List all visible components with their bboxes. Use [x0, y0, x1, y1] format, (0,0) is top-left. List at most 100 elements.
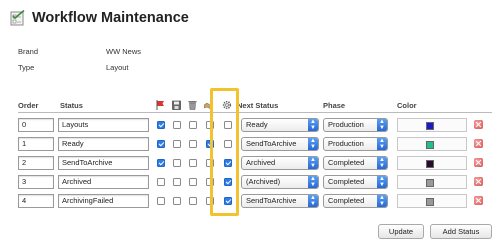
phase-value: Production [328, 120, 364, 129]
next-status-select[interactable]: (Archived) ▲ ▼ [241, 175, 319, 189]
brand-label: Brand [18, 47, 39, 56]
flag-checkbox[interactable] [157, 140, 165, 148]
phase-value: Production [328, 139, 364, 148]
next-status-select[interactable]: SendToArchive ▲ ▼ [241, 137, 319, 151]
delete-icon[interactable] [474, 158, 483, 167]
delete-icon[interactable] [474, 120, 483, 129]
status-field[interactable]: SendToArchive [58, 156, 149, 170]
phase-column-header: Phase [323, 101, 346, 110]
color-swatch [426, 141, 434, 149]
order-field[interactable]: 2 [18, 156, 54, 170]
phase-select[interactable]: Production ▲ ▼ [323, 118, 388, 132]
next-status-select[interactable]: Ready ▲ ▼ [241, 118, 319, 132]
next-status-value: Archived [246, 158, 276, 167]
color-picker[interactable] [397, 118, 467, 132]
brand-value: WW News [106, 47, 141, 56]
table-row: 0 Layouts Ready ▲ ▼ Production ▲ ▼ [0, 118, 500, 137]
trash-checkbox[interactable] [189, 178, 197, 186]
next-status-value: Ready [246, 120, 268, 129]
status-field[interactable]: Archived [58, 175, 149, 189]
handshake-checkbox[interactable] [206, 140, 214, 148]
page-title: Workflow Maintenance [32, 10, 189, 26]
order-field[interactable]: 3 [18, 175, 54, 189]
chevron-updown-icon: ▲ ▼ [308, 119, 318, 131]
status-field[interactable]: Ready [58, 137, 149, 151]
color-swatch [426, 198, 434, 206]
trash-checkbox[interactable] [189, 140, 197, 148]
delete-icon[interactable] [474, 177, 483, 186]
trash-checkbox[interactable] [189, 121, 197, 129]
chevron-updown-icon: ▲ ▼ [377, 138, 387, 150]
save-checkbox[interactable] [173, 121, 181, 129]
phase-value: Completed [328, 158, 365, 167]
table-row: 2 SendToArchive Archived ▲ ▼ Completed ▲ ▼ [0, 156, 500, 175]
save-checkbox[interactable] [173, 140, 181, 148]
phase-select[interactable]: Production ▲ ▼ [323, 137, 388, 151]
gear-checkbox[interactable] [224, 140, 232, 148]
gear-checkbox[interactable] [224, 197, 232, 205]
chevron-updown-icon: ▲ ▼ [308, 195, 318, 207]
next-status-value: (Archived) [246, 177, 281, 186]
order-field[interactable]: 0 [18, 118, 54, 132]
color-swatch [426, 179, 434, 187]
flag-checkbox[interactable] [157, 178, 165, 186]
status-column-header: Status [60, 101, 83, 110]
handshake-checkbox[interactable] [206, 121, 214, 129]
status-field[interactable]: Layouts [58, 118, 149, 132]
color-picker[interactable] [397, 175, 467, 189]
color-swatch [426, 122, 434, 130]
phase-select[interactable]: Completed ▲ ▼ [323, 194, 388, 208]
color-picker[interactable] [397, 194, 467, 208]
chevron-updown-icon: ▲ ▼ [377, 176, 387, 188]
chevron-updown-icon: ▲ ▼ [377, 195, 387, 207]
order-field[interactable]: 1 [18, 137, 54, 151]
flag-checkbox[interactable] [157, 197, 165, 205]
color-picker[interactable] [397, 156, 467, 170]
gear-checkbox[interactable] [224, 121, 232, 129]
delete-icon[interactable] [474, 139, 483, 148]
table-row: 3 Archived (Archived) ▲ ▼ Completed ▲ ▼ [0, 175, 500, 194]
add-status-button[interactable]: Add Status [430, 224, 492, 239]
save-checkbox[interactable] [173, 178, 181, 186]
flag-checkbox[interactable] [157, 159, 165, 167]
next-status-value: SendToArchive [246, 139, 297, 148]
color-column-header: Color [397, 101, 417, 110]
gear-checkbox[interactable] [224, 178, 232, 186]
next-status-select[interactable]: SendToArchive ▲ ▼ [241, 194, 319, 208]
save-checkbox[interactable] [173, 159, 181, 167]
chevron-updown-icon: ▲ ▼ [308, 138, 318, 150]
handshake-checkbox[interactable] [206, 159, 214, 167]
order-column-header: Order [18, 101, 39, 110]
chevron-updown-icon: ▲ ▼ [308, 157, 318, 169]
phase-value: Completed [328, 196, 365, 205]
gear-checkbox[interactable] [224, 159, 232, 167]
header-divider [18, 112, 492, 113]
trash-icon [188, 100, 197, 110]
table-row: 1 Ready SendToArchive ▲ ▼ Production ▲ ▼ [0, 137, 500, 156]
handshake-icon [203, 100, 214, 110]
next-status-value: SendToArchive [246, 196, 297, 205]
flag-icon [156, 100, 165, 110]
trash-checkbox[interactable] [189, 197, 197, 205]
color-picker[interactable] [397, 137, 467, 151]
flag-checkbox[interactable] [157, 121, 165, 129]
checklist-icon [10, 9, 26, 26]
delete-icon[interactable] [474, 196, 483, 205]
save-icon [172, 100, 181, 110]
update-button[interactable]: Update [378, 224, 424, 239]
order-field[interactable]: 4 [18, 194, 54, 208]
trash-checkbox[interactable] [189, 159, 197, 167]
phase-select[interactable]: Completed ▲ ▼ [323, 175, 388, 189]
handshake-checkbox[interactable] [206, 197, 214, 205]
next-status-select[interactable]: Archived ▲ ▼ [241, 156, 319, 170]
phase-value: Completed [328, 177, 365, 186]
page-header: Workflow Maintenance [10, 8, 189, 28]
chevron-updown-icon: ▲ ▼ [377, 157, 387, 169]
chevron-updown-icon: ▲ ▼ [308, 176, 318, 188]
handshake-checkbox[interactable] [206, 178, 214, 186]
color-swatch [426, 160, 434, 168]
status-field[interactable]: ArchivingFailed [58, 194, 149, 208]
save-checkbox[interactable] [173, 197, 181, 205]
phase-select[interactable]: Completed ▲ ▼ [323, 156, 388, 170]
gear-icon [222, 100, 232, 110]
